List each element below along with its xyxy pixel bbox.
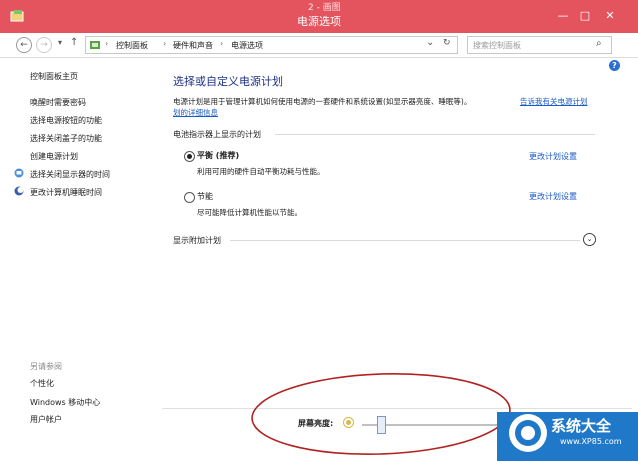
minimize-button[interactable]: — [553,8,573,24]
refresh-button[interactable]: ↻ [443,38,451,48]
address-dropdown-button[interactable]: ⌄ [426,37,434,48]
sidebar-item-require-password[interactable]: 唤醒时需要密码 [30,97,86,108]
breadcrumb-hardware-sound[interactable]: 硬件和声音 [173,40,213,51]
up-button[interactable]: ↑ [70,37,78,48]
address-bar[interactable]: › 控制面板 › 硬件和声音 › 电源选项 ⌄ ↻ [85,36,458,54]
plan-power-saver-description: 尽可能降低计算机性能以节能。 [197,208,302,217]
screen-brightness-label: 屏幕亮度: [298,419,334,428]
breadcrumb-control-panel[interactable]: 控制面板 [116,40,148,51]
plans-group-header: 电池指示器上显示的计划 [173,130,261,139]
sidebar-item-close-lid[interactable]: 选择关闭盖子的功能 [30,133,102,144]
see-also-mobility-center[interactable]: Windows 移动中心 [30,397,100,408]
see-also-header: 另请参阅 [30,362,62,371]
window-title: 电源选项 [297,15,341,28]
additional-plans-divider [230,240,580,241]
maximize-button[interactable]: □ [575,8,595,24]
see-also-personalization[interactable]: 个性化 [30,378,54,389]
sidebar-item-sleep-time[interactable]: 更改计算机睡眠时间 [30,187,102,198]
plan-balanced-name[interactable]: 平衡 (推荐) [197,150,239,161]
help-icon[interactable]: ? [609,60,620,71]
watermark-logo-center [521,426,535,440]
page-description: 电源计划是用于管理计算机如何使用电源的一套硬件和系统设置(如显示器亮度、睡眠等)… [173,97,472,106]
navigation-bar: ← → ▾ ↑ › 控制面板 › 硬件和声音 › 电源选项 ⌄ ↻ 搜索控制面板… [0,33,638,58]
background-window-title: 2 - 画图 [308,3,341,13]
show-additional-plans-label[interactable]: 显示附加计划 [173,235,221,246]
sidebar-home-link[interactable]: 控制面板主页 [30,71,78,82]
recent-locations-button[interactable]: ▾ [58,38,62,47]
radio-selected-dot [187,154,192,159]
plan-power-saver-name[interactable]: 节能 [197,191,213,202]
sidebar-item-create-plan[interactable]: 创建电源计划 [30,151,78,162]
breadcrumb-separator: › [105,39,109,48]
plan-power-saver-change-settings-link[interactable]: 更改计划设置 [529,191,577,202]
search-box[interactable]: 搜索控制面板 ⌕ [467,36,612,54]
see-also-user-accounts[interactable]: 用户帐户 [30,414,62,425]
forward-button[interactable]: → [36,37,52,53]
group-divider [275,134,595,135]
red-annotation-ellipse [251,372,511,456]
watermark-text: 系统大全 [551,417,612,435]
plan-balanced-description: 利用可用的硬件自动平衡功耗与性能。 [197,167,325,176]
plan-balanced-change-settings-link[interactable]: 更改计划设置 [529,151,577,162]
bottom-divider [162,408,632,409]
sidebar-item-display-off[interactable]: 选择关闭显示器的时间 [30,169,110,180]
search-icon[interactable]: ⌕ [596,38,602,49]
breadcrumb-separator: › [220,39,224,48]
brightness-sun-icon [346,420,351,425]
search-input[interactable]: 搜索控制面板 [473,40,521,51]
watermark-url: www.XP85.com [560,437,622,446]
brightness-slider-thumb[interactable] [377,416,386,434]
sidebar-item-power-button[interactable]: 选择电源按钮的功能 [30,115,102,126]
power-plan-help-link[interactable]: 告诉我有关电源计划 [520,96,588,107]
expand-chevron-icon[interactable]: ⌄ [583,233,596,246]
back-button[interactable]: ← [16,37,32,53]
plan-power-saver-radio[interactable] [184,192,195,203]
plan-balanced-radio[interactable] [184,151,195,162]
display-icon [14,168,24,178]
page-title: 选择或自定义电源计划 [173,75,283,88]
power-plan-help-link-continued[interactable]: 划的详细信息 [173,107,218,118]
breadcrumb-separator: › [163,39,167,48]
sleep-moon-icon [14,186,24,196]
breadcrumb-power-options[interactable]: 电源选项 [231,40,263,51]
control-panel-icon [90,41,100,49]
close-button[interactable]: ✕ [600,8,620,24]
